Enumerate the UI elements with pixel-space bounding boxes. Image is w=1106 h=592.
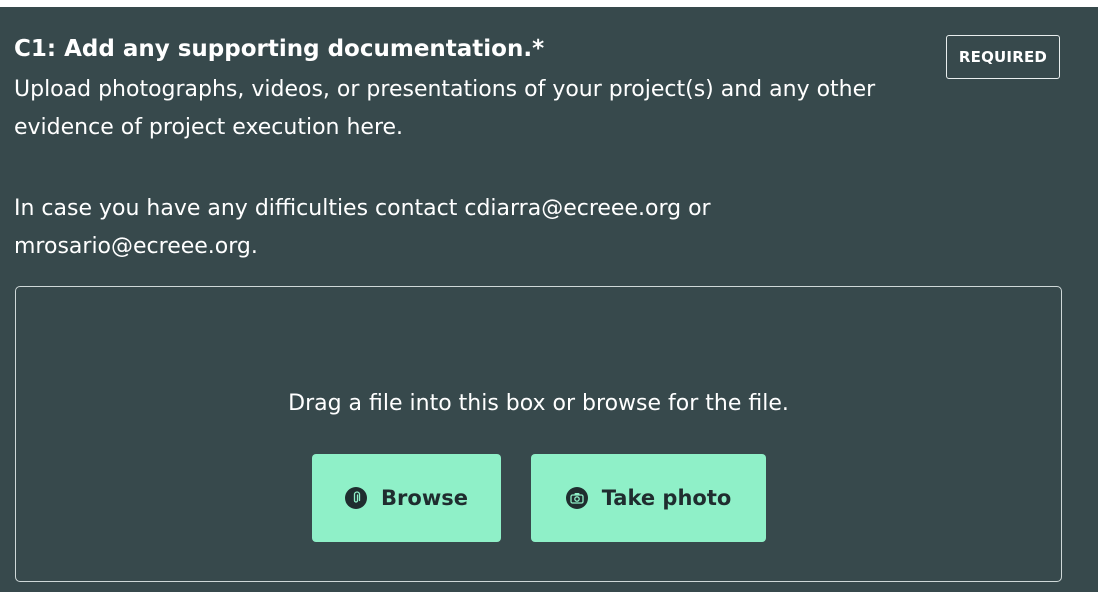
question-title: C1: Add any supporting documentation.* bbox=[14, 36, 545, 62]
take-photo-button-label: Take photo bbox=[601, 486, 732, 510]
browse-button[interactable]: Browse bbox=[312, 454, 501, 542]
browse-button-label: Browse bbox=[381, 486, 468, 510]
dropzone-instruction: Drag a file into this box or browse for … bbox=[288, 391, 789, 416]
description-text: Upload photographs, videos, or presentat… bbox=[14, 77, 876, 140]
paperclip-icon bbox=[345, 487, 368, 509]
camera-icon bbox=[565, 487, 588, 509]
required-badge: REQUIRED bbox=[946, 35, 1060, 79]
contact-text: In case you have any difficulties contac… bbox=[14, 196, 711, 259]
take-photo-button[interactable]: Take photo bbox=[531, 454, 766, 542]
question-panel: C1: Add any supporting documentation.* R… bbox=[0, 7, 1098, 592]
file-dropzone[interactable]: Drag a file into this box or browse for … bbox=[15, 286, 1062, 582]
question-description: Upload photographs, videos, or presentat… bbox=[14, 71, 934, 147]
